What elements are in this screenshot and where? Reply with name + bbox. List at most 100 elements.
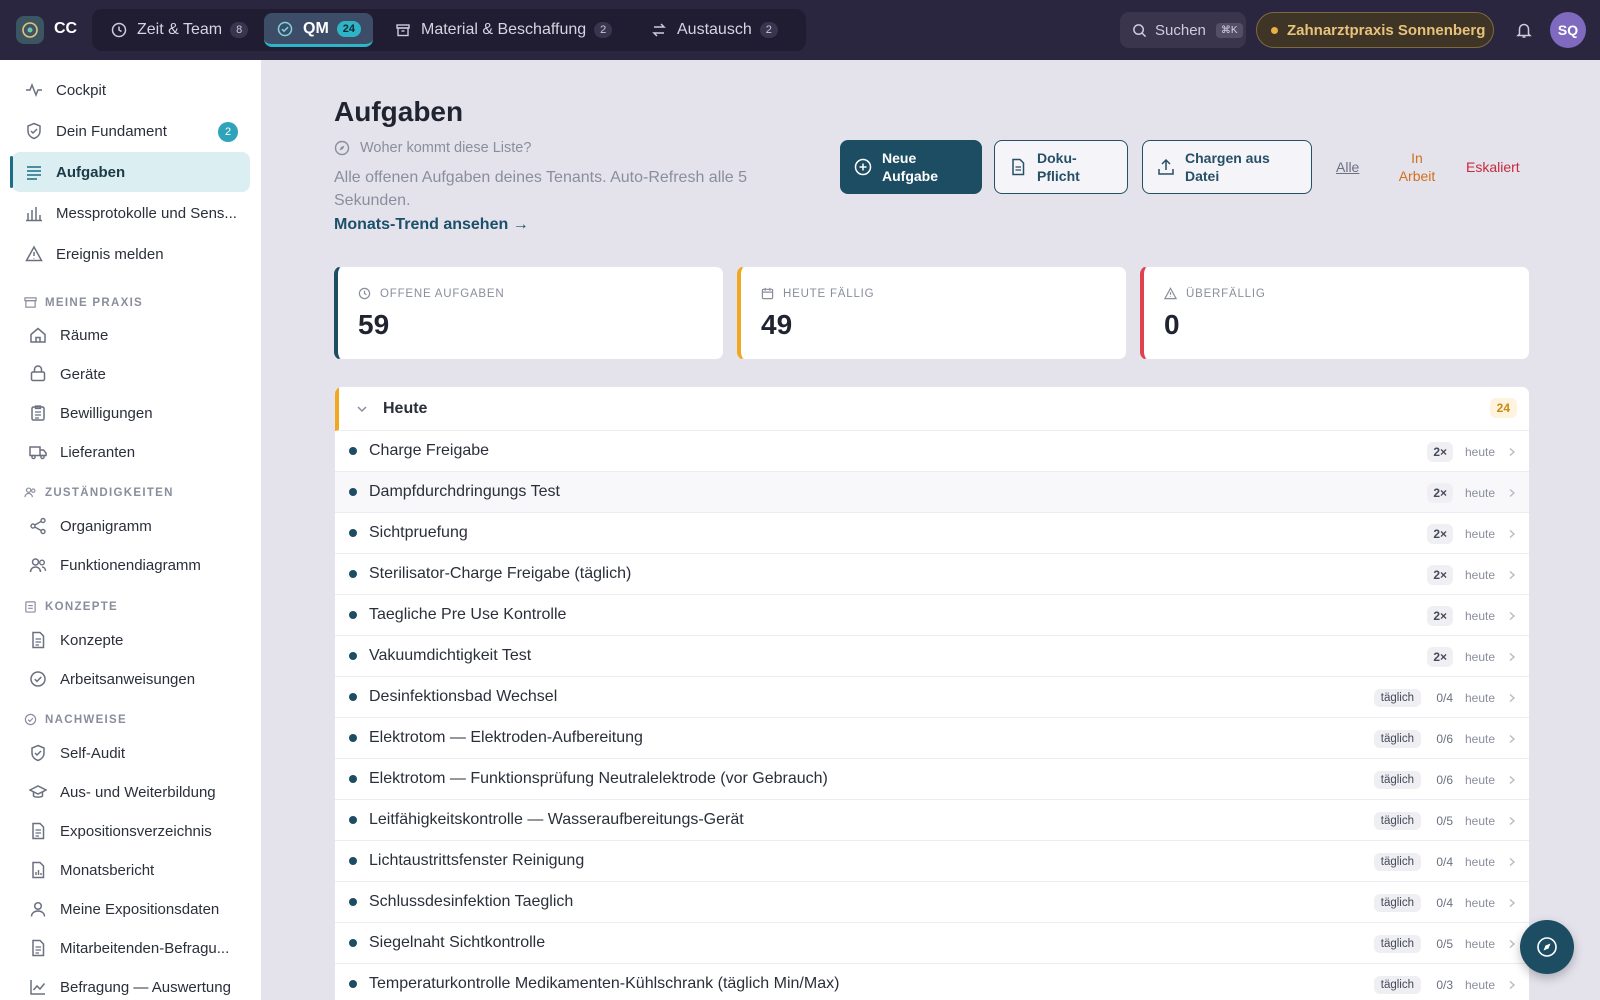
shield-icon	[24, 121, 44, 141]
sidebar-item-label: Mitarbeitenden-Befragu...	[60, 939, 230, 957]
task-row[interactable]: Elektrotom — Elektroden-Aufbereitung tägl…	[335, 718, 1529, 759]
task-row[interactable]: Charge Freigabe 2× heute	[335, 431, 1529, 472]
sidebar-item-cockpit[interactable]: Cockpit	[12, 70, 250, 110]
task-meta: täglich 0/6 heute	[1373, 759, 1517, 800]
task-row[interactable]: Sterilisator-Charge Freigabe (täglich) 2×…	[335, 554, 1529, 595]
task-meta: 2× heute	[1427, 472, 1517, 513]
task-row[interactable]: Siegelnaht Sichtkontrolle täglich 0/5 heute	[335, 923, 1529, 964]
new-task-button[interactable]: Neue Aufgabe	[840, 140, 982, 194]
task-row[interactable]: Vakuumdichtigkeit Test 2× heute	[335, 636, 1529, 677]
filter-escalated[interactable]: Eskaliert	[1466, 158, 1520, 176]
task-row[interactable]: Lichtaustrittsfenster Reinigung täglich 0/…	[335, 841, 1529, 882]
tab-count: 24	[336, 20, 362, 37]
sidebar-item-konzepte[interactable]: Konzepte	[12, 620, 250, 660]
sidebar-item-meine-expositionsdaten[interactable]: Meine Expositionsdaten	[12, 889, 250, 929]
task-title: Sterilisator-Charge Freigabe (täglich)	[369, 565, 632, 582]
monthly-trend-link[interactable]: Monats-Trend ansehen →	[334, 216, 529, 234]
sidebar-item-mitarbeitenden-befragung[interactable]: Mitarbeitenden-Befragu...	[12, 928, 250, 968]
task-row[interactable]: Leitfähigkeitskontrolle — Wasseraufberei…	[335, 800, 1529, 841]
document-icon	[1009, 158, 1027, 176]
user-icon	[28, 899, 48, 919]
status-dot	[349, 652, 357, 660]
tab-material-beschaffung[interactable]: Material & Beschaffung 2	[382, 13, 624, 47]
sidebar-item-geraete[interactable]: Geräte	[12, 354, 250, 394]
list-origin-link[interactable]: Woher kommt diese Liste?	[334, 140, 531, 156]
sidebar-item-aus-weiterbildung[interactable]: Aus- und Weiterbildung	[12, 772, 250, 812]
task-row[interactable]: Desinfektionsbad Wechsel täglich 0/4 heute	[335, 677, 1529, 718]
user-avatar[interactable]: SQ	[1550, 12, 1586, 48]
sidebar-item-befragung-auswertung[interactable]: Befragung — Auswertung	[12, 967, 250, 1000]
sidebar-item-organigramm[interactable]: Organigramm	[12, 506, 250, 546]
task-meta: täglich 0/4 heute	[1373, 882, 1517, 923]
kpi-open-tasks[interactable]: OFFENE AUFGABEN 59	[334, 266, 724, 360]
kpi-value: 59	[358, 309, 390, 340]
calendar-icon	[761, 287, 774, 300]
sidebar-item-label: Monatsbericht	[60, 861, 155, 879]
kpi-due-today[interactable]: HEUTE FÄLLIG 49	[737, 266, 1127, 360]
sidebar-item-bewilligungen[interactable]: Bewilligungen	[12, 393, 250, 433]
tab-label: Austausch	[677, 21, 752, 38]
task-row[interactable]: Dampfdurchdringungs Test 2× heute	[335, 472, 1529, 513]
sidebar-item-expositionsverzeichnis[interactable]: Expositionsverzeichnis	[12, 811, 250, 851]
sidebar-item-label: Aufgaben	[56, 163, 126, 181]
sidebar-item-messprotokolle[interactable]: Messprotokolle und Sens...	[12, 193, 250, 233]
sidebar-item-aufgaben[interactable]: Aufgaben	[10, 152, 250, 192]
task-row[interactable]: Schlussdesinfektion Taeglich täglich 0/4 he…	[335, 882, 1529, 923]
task-row[interactable]: Elektrotom — Funktionsprüfung Neutralele…	[335, 759, 1529, 800]
tab-zeit-team[interactable]: Zeit & Team 8	[98, 13, 260, 47]
task-meta: täglich 0/3 heute	[1373, 964, 1517, 1000]
page-description: Alle offenen Aufgaben deines Tenants. Au…	[334, 169, 748, 209]
guide-fab-button[interactable]	[1520, 920, 1574, 974]
due-label: heute	[1464, 731, 1496, 746]
due-label: heute	[1464, 485, 1496, 500]
task-group-header[interactable]: Heute 24	[335, 387, 1529, 431]
chevron-right-icon	[1507, 775, 1517, 785]
task-meta: 2× heute	[1427, 554, 1517, 595]
sidebar-item-monatsbericht[interactable]: Monatsbericht	[12, 850, 250, 890]
sidebar-item-label: Lieferanten	[60, 443, 136, 461]
kpi-overdue[interactable]: ÜBERFÄLLIG 0	[1140, 266, 1530, 360]
device-icon	[28, 364, 48, 384]
task-row[interactable]: Sichtpruefung 2× heute	[335, 513, 1529, 554]
task-list: Heute 24 Charge Freigabe 2× heute Dampfdurc…	[334, 386, 1530, 1000]
sidebar-item-dein-fundament[interactable]: Dein Fundament 2	[12, 111, 250, 151]
filter-in-progress[interactable]: In Arbeit	[1392, 149, 1442, 185]
import-batches-button[interactable]: Chargen aus Datei	[1142, 140, 1312, 194]
sidebar-item-label: Funktionendiagramm	[60, 556, 201, 574]
tab-austausch[interactable]: Austausch 2	[638, 13, 790, 47]
module-tabs: Zeit & Team 8 QM 24 Material & Beschaffu…	[92, 9, 806, 51]
task-row[interactable]: Taegliche Pre Use Kontrolle 2× heute	[335, 595, 1529, 636]
repeat-badge: 2×	[1427, 523, 1453, 544]
sidebar-item-label: Cockpit	[56, 81, 107, 99]
compass-icon	[1535, 935, 1559, 959]
task-row[interactable]: Temperaturkontrolle Medikamenten-Kühlsch…	[335, 964, 1529, 1000]
due-label: heute	[1464, 608, 1496, 623]
sidebar-item-lieferanten[interactable]: Lieferanten	[12, 432, 250, 472]
app-logo-text: CC	[54, 20, 78, 37]
sidebar-item-label: Aus- und Weiterbildung	[60, 783, 216, 801]
sidebar-item-ereignis-melden[interactable]: Ereignis melden	[12, 234, 250, 274]
search-shortcut: ⌘K	[1215, 22, 1243, 38]
chevron-right-icon	[1507, 652, 1517, 662]
tenant-switcher[interactable]: Zahnarztpraxis Sonnenberg	[1256, 12, 1494, 48]
task-title: Elektrotom — Elektroden-Aufbereitung	[369, 729, 643, 746]
task-title: Charge Freigabe	[369, 442, 490, 459]
clock-icon	[110, 21, 128, 39]
docu-duty-button[interactable]: Doku-Pflicht	[994, 140, 1128, 194]
sidebar-item-arbeitsanweisungen[interactable]: Arbeitsanweisungen	[12, 659, 250, 699]
notifications-button[interactable]	[1508, 14, 1540, 46]
tab-qm[interactable]: QM 24	[264, 13, 374, 47]
search-button[interactable]: Suchen ⌘K	[1120, 12, 1246, 48]
clipboard-icon	[24, 600, 37, 613]
sidebar-item-raeume[interactable]: Räume	[12, 315, 250, 355]
sidebar-item-self-audit[interactable]: Self-Audit	[12, 733, 250, 773]
document-icon	[28, 821, 48, 841]
repeat-badge: 2×	[1427, 482, 1453, 503]
filter-all[interactable]: Alle	[1336, 158, 1359, 176]
sidebar-item-label: Expositionsverzeichnis	[60, 822, 212, 840]
task-title: Temperaturkontrolle Medikamenten-Kühlsch…	[369, 975, 840, 992]
tab-count: 2	[594, 22, 613, 38]
sidebar-item-funktionendiagramm[interactable]: Funktionendiagramm	[12, 545, 250, 585]
progress-count: 0/4	[1436, 895, 1453, 910]
app-logo[interactable]	[16, 16, 44, 44]
